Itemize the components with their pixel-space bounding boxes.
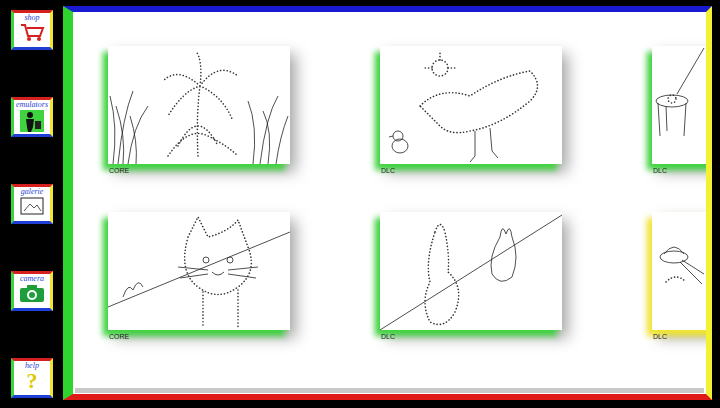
gallery-card[interactable]: CORE xyxy=(108,46,290,176)
card-picture xyxy=(380,46,562,164)
card-badge: DLC xyxy=(653,332,706,342)
card-picture xyxy=(108,212,290,330)
dot-drawing-icon xyxy=(108,46,290,164)
gallery-card[interactable]: DLC xyxy=(652,46,706,176)
card-badge: CORE xyxy=(109,332,290,342)
frame-icon xyxy=(19,196,45,216)
card-picture xyxy=(108,46,290,164)
sidebar-button[interactable]: camera xyxy=(11,271,53,311)
sidebar-label: emulators xyxy=(16,100,48,109)
dot-drawing-icon xyxy=(652,46,706,164)
sidebar-button[interactable]: emulators xyxy=(11,97,53,137)
sidebar-button[interactable]: help? xyxy=(11,358,53,398)
card-picture xyxy=(380,212,562,330)
dot-drawing-icon xyxy=(652,212,706,330)
gallery-grid: CORE DLC DLC CORE DLC DLC xyxy=(73,12,706,388)
game-screen: shop emulators galerie camera help? CORE DLC DL… xyxy=(0,0,720,408)
sidebar-label: help xyxy=(25,361,39,370)
dot-drawing-icon xyxy=(380,212,562,330)
sidebar-label: shop xyxy=(24,13,39,22)
card-picture xyxy=(652,46,706,164)
gallery-card[interactable]: DLC xyxy=(652,212,706,342)
question-icon: ? xyxy=(27,370,38,392)
camera-icon xyxy=(18,283,46,303)
dot-drawing-icon xyxy=(380,46,562,164)
card-badge: DLC xyxy=(381,332,562,342)
sidebar: shop emulators galerie camera help? xyxy=(0,0,63,408)
sidebar-button[interactable]: shop xyxy=(11,10,53,50)
scrollbar[interactable] xyxy=(75,388,704,393)
sidebar-button[interactable]: galerie xyxy=(11,184,53,224)
sidebar-label: camera xyxy=(20,274,44,283)
cart-icon xyxy=(19,22,45,42)
card-badge: CORE xyxy=(109,166,290,176)
sidebar-label: galerie xyxy=(21,187,44,196)
dot-drawing-icon xyxy=(108,212,290,330)
card-badge: DLC xyxy=(381,166,562,176)
gallery-frame: CORE DLC DLC CORE DLC DLC xyxy=(63,6,712,400)
gallery-card[interactable]: DLC xyxy=(380,46,562,176)
gallery-card[interactable]: DLC xyxy=(380,212,562,342)
gallery-card[interactable]: CORE xyxy=(108,212,290,342)
figure-icon xyxy=(19,109,45,133)
card-picture xyxy=(652,212,706,330)
card-badge: DLC xyxy=(653,166,706,176)
